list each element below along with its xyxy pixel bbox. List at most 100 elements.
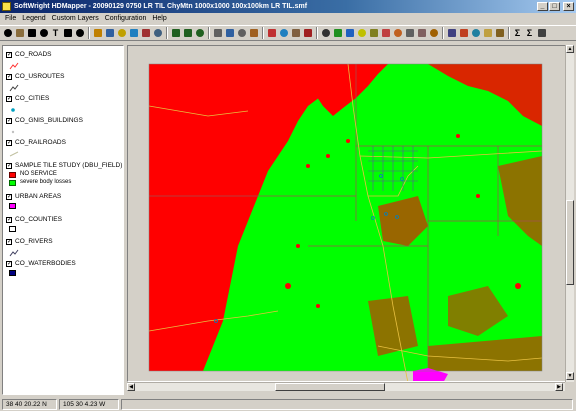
toolbar-separator [442, 27, 444, 39]
layer-icon[interactable] [128, 28, 139, 39]
menu-legend[interactable]: Legend [20, 13, 49, 24]
grid2-icon[interactable] [494, 28, 505, 39]
app-icon [2, 2, 11, 11]
save-icon[interactable] [224, 28, 235, 39]
scroll-right-arrow-icon[interactable]: ▶ [555, 383, 563, 391]
sigma-icon[interactable]: Σ [512, 28, 523, 39]
layer-checkbox[interactable]: ✓ [6, 261, 12, 267]
sum-icon[interactable]: Σ [524, 28, 535, 39]
layer-name: URBAN AREAS [15, 193, 62, 200]
link-icon[interactable] [404, 28, 415, 39]
menu-bar: File Legend Custom Layers Configuration … [0, 13, 576, 24]
copy-icon[interactable] [236, 28, 247, 39]
layer-checkbox[interactable]: ✓ [6, 239, 12, 245]
edit-icon[interactable] [140, 28, 151, 39]
study-icon[interactable] [458, 28, 469, 39]
zoom-out-icon[interactable] [182, 28, 193, 39]
road-line-icon [9, 62, 19, 70]
layers2-icon[interactable] [470, 28, 481, 39]
layer-name: CO_GNIS_BUILDINGS [15, 117, 83, 124]
select-icon[interactable] [104, 28, 115, 39]
layer-checkbox[interactable]: ✓ [6, 194, 12, 200]
layer-checkbox[interactable]: ✓ [6, 52, 12, 58]
palette-icon[interactable] [482, 28, 493, 39]
signal-icon[interactable] [428, 28, 439, 39]
vertical-scrollbar[interactable]: ▲ ▼ [565, 45, 574, 382]
layer-name: CO_ROADS [15, 51, 52, 58]
severe-losses-label: severe body losses [20, 179, 72, 185]
status-latitude: 38 40 20.22 N [2, 398, 57, 410]
flag-icon[interactable] [392, 28, 403, 39]
toolbar-separator [166, 27, 168, 39]
profile-icon[interactable] [290, 28, 301, 39]
layer-name: CO_RAILROADS [15, 139, 66, 146]
coverage-map[interactable] [128, 46, 570, 382]
legend-panel: ✓ CO_ROADS ✓ CO_USROUTES ✓ CO_CITIES ✓ C… [2, 45, 124, 395]
map-icon[interactable] [446, 28, 457, 39]
layer-checkbox[interactable]: ✓ [6, 163, 12, 169]
no-service-label: NO SERVICE [20, 171, 57, 177]
table-icon[interactable] [536, 28, 547, 39]
scroll-left-arrow-icon[interactable]: ◀ [127, 383, 135, 391]
grid-icon[interactable] [152, 28, 163, 39]
zoom-extent-icon[interactable] [194, 28, 205, 39]
layer-checkbox[interactable]: ✓ [6, 217, 12, 223]
layer-name: SAMPLE TILE STUDY (DBU_FIELD) [15, 162, 123, 169]
menu-help[interactable]: Help [150, 13, 170, 24]
menu-configuration[interactable]: Configuration [103, 13, 151, 24]
route-icon[interactable] [278, 28, 289, 39]
route-line-icon [9, 84, 19, 92]
window-controls: _ □ × [537, 2, 574, 11]
minimize-button[interactable]: _ [537, 2, 548, 11]
toolbar: T ΣΣ [0, 25, 576, 41]
title-bar: SoftWright HDMapper - 20090129 0750 LR T… [0, 0, 576, 13]
city-dot-icon [11, 108, 15, 112]
layer-name: CO_WATERBODIES [15, 260, 76, 267]
terrain-icon[interactable] [368, 28, 379, 39]
radio-icon[interactable] [416, 28, 427, 39]
map-view[interactable] [127, 45, 570, 382]
color-icon[interactable] [356, 28, 367, 39]
water-swatch [9, 270, 16, 276]
maximize-button[interactable]: □ [549, 2, 560, 11]
pointer-icon[interactable] [74, 28, 85, 39]
text-tool-icon[interactable]: T [50, 28, 61, 39]
coverage-icon[interactable] [332, 28, 343, 39]
identify-icon[interactable] [38, 28, 49, 39]
info-icon[interactable] [26, 28, 37, 39]
horizontal-scroll-thumb[interactable] [275, 383, 385, 391]
zoom-icon[interactable] [2, 28, 13, 39]
county-swatch [9, 226, 16, 232]
layer-name: CO_CITIES [15, 95, 50, 102]
building-dot-icon [11, 130, 15, 134]
layer-name: CO_COUNTIES [15, 216, 62, 223]
menu-file[interactable]: File [3, 13, 20, 24]
tile-icon[interactable] [302, 28, 313, 39]
layer-checkbox[interactable]: ✓ [6, 74, 12, 80]
site-icon[interactable] [344, 28, 355, 39]
toolbar-separator [88, 27, 90, 39]
zoom-in-icon[interactable] [170, 28, 181, 39]
horizontal-scrollbar[interactable]: ◀ ▶ [127, 382, 565, 391]
scroll-up-arrow-icon[interactable]: ▲ [566, 45, 574, 53]
severe-losses-swatch [9, 180, 16, 186]
layer-name: CO_USROUTES [15, 73, 65, 80]
pan-hand-icon[interactable] [14, 28, 25, 39]
antenna-icon[interactable] [380, 28, 391, 39]
scroll-down-arrow-icon[interactable]: ▼ [566, 372, 574, 380]
close-button[interactable]: × [563, 2, 574, 11]
layer-checkbox[interactable]: ✓ [6, 96, 12, 102]
pencil-icon[interactable] [92, 28, 103, 39]
print-icon[interactable] [212, 28, 223, 39]
vertical-scroll-thumb[interactable] [566, 200, 574, 285]
export-icon[interactable] [248, 28, 259, 39]
dbf-icon[interactable] [320, 28, 331, 39]
menu-custom-layers[interactable]: Custom Layers [50, 13, 103, 24]
measure-icon[interactable] [266, 28, 277, 39]
draw-line-icon[interactable] [62, 28, 73, 39]
layer-checkbox[interactable]: ✓ [6, 140, 12, 146]
open-file-icon[interactable] [116, 28, 127, 39]
river-line-icon [9, 249, 19, 257]
layer-checkbox[interactable]: ✓ [6, 118, 12, 124]
status-message [121, 398, 573, 410]
